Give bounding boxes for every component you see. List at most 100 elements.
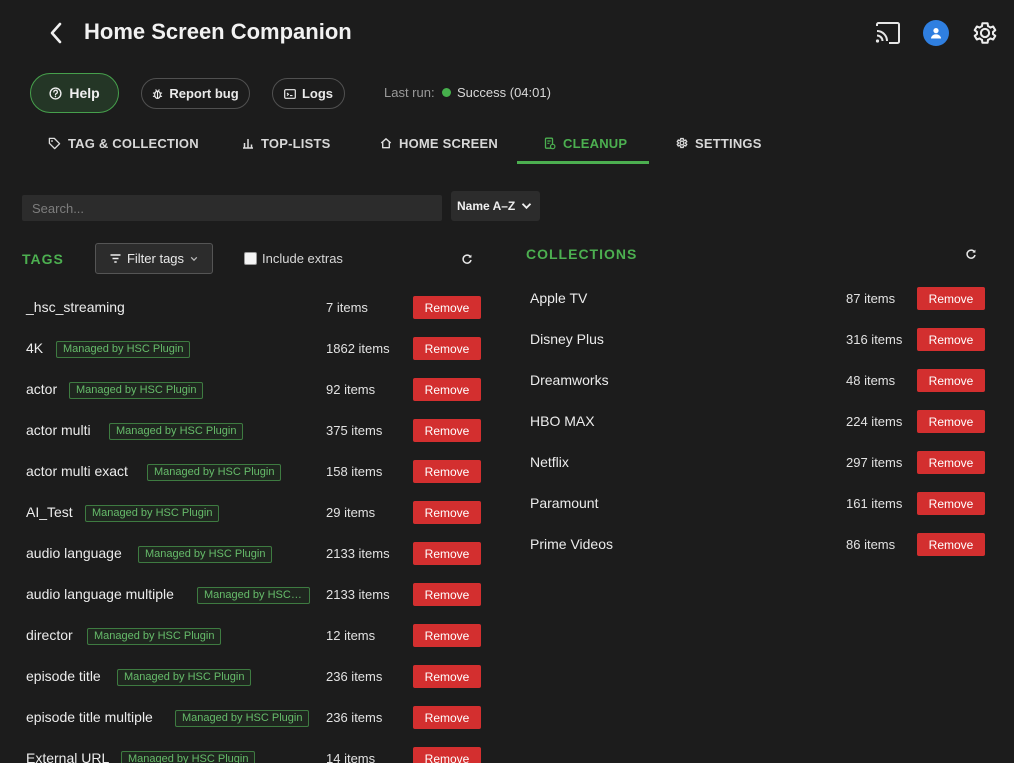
remove-tag-button[interactable]: Remove xyxy=(413,542,481,565)
logs-button[interactable]: Logs xyxy=(272,78,345,109)
tag-name: _hsc_streaming xyxy=(26,299,125,315)
managed-badge: Managed by HSC Plugin xyxy=(147,464,282,481)
include-extras-checkbox[interactable] xyxy=(244,252,257,265)
tag-item-count: 2133 items xyxy=(326,587,390,602)
remove-collection-button[interactable]: Remove xyxy=(917,533,985,556)
collection-row: Dreamworks 48 items Remove xyxy=(530,367,990,395)
managed-badge: Managed by HSC Plugin xyxy=(69,382,204,399)
tab-label: CLEANUP xyxy=(563,135,628,151)
chevron-left-icon xyxy=(50,22,62,44)
user-avatar[interactable] xyxy=(923,20,949,46)
back-button[interactable] xyxy=(42,18,70,48)
refresh-icon xyxy=(966,249,976,259)
action-bar: Help Report bug Logs Last run: Success (… xyxy=(30,73,1010,113)
remove-tag-button[interactable]: Remove xyxy=(413,583,481,606)
collection-item-count: 86 items xyxy=(846,537,896,552)
remove-tag-button[interactable]: Remove xyxy=(413,378,481,401)
tab-bar: TAG & COLLECTION TOP-LISTS HOME SCREEN C… xyxy=(30,122,790,164)
tag-item-count: 236 items xyxy=(326,669,383,684)
collection-row: Disney Plus 316 items Remove xyxy=(530,326,990,354)
collection-item-count: 161 items xyxy=(846,496,903,511)
remove-collection-button[interactable]: Remove xyxy=(917,287,985,310)
tab-label: HOME SCREEN xyxy=(399,135,498,151)
cast-icon[interactable] xyxy=(874,20,902,46)
remove-tag-button[interactable]: Remove xyxy=(413,747,481,763)
sort-selected-value: Name A–Z xyxy=(457,199,516,213)
settings-gear-button[interactable] xyxy=(972,20,998,46)
remove-collection-button[interactable]: Remove xyxy=(917,410,985,433)
refresh-icon xyxy=(462,254,472,264)
filter-tags-button[interactable]: Filter tags xyxy=(95,243,213,274)
search-input[interactable] xyxy=(22,195,442,221)
remove-collection-button[interactable]: Remove xyxy=(917,369,985,392)
collection-name: Paramount xyxy=(530,495,599,511)
user-icon xyxy=(931,28,941,39)
remove-collection-button[interactable]: Remove xyxy=(917,451,985,474)
last-run-label: Last run: xyxy=(384,85,435,100)
tag-name: audio language multiple xyxy=(26,586,174,602)
collection-item-count: 48 items xyxy=(846,373,896,388)
managed-badge: Managed by HSC Plugin xyxy=(85,505,220,522)
tag-item-count: 375 items xyxy=(326,423,383,438)
gear-icon xyxy=(973,22,997,44)
remove-tag-button[interactable]: Remove xyxy=(413,460,481,483)
last-run-status: Success (04:01) xyxy=(457,85,551,100)
remove-tag-button[interactable]: Remove xyxy=(413,706,481,729)
tag-row: _hsc_streaming 7 items Remove xyxy=(26,294,486,322)
tab-top-lists[interactable]: TOP-LISTS xyxy=(242,122,330,164)
tag-item-count: 7 items xyxy=(326,300,368,315)
tag-name: actor multi xyxy=(26,422,91,438)
logs-label: Logs xyxy=(301,86,334,101)
remove-tag-button[interactable]: Remove xyxy=(413,665,481,688)
tag-item-count: 14 items xyxy=(326,751,376,763)
tag-name: 4K xyxy=(26,340,44,356)
help-button[interactable]: Help xyxy=(30,73,119,113)
tab-home-screen[interactable]: HOME SCREEN xyxy=(380,122,498,164)
remove-tag-button[interactable]: Remove xyxy=(413,624,481,647)
sort-select[interactable]: Name A–Z xyxy=(451,191,540,221)
tab-settings[interactable]: SETTINGS xyxy=(676,122,762,164)
collection-item-count: 87 items xyxy=(846,291,896,306)
tag-row: External URL Managed by HSC Plugin 14 item… xyxy=(26,745,486,763)
tab-label: TAG & COLLECTION xyxy=(68,135,199,151)
collection-row: Paramount 161 items Remove xyxy=(530,490,990,518)
gear-icon xyxy=(676,137,688,149)
tag-name: actor multi exact xyxy=(26,463,128,479)
chevron-down-icon xyxy=(190,256,198,261)
cleanup-icon xyxy=(544,137,556,149)
tag-name: AI_Test xyxy=(26,504,73,520)
tag-name: director xyxy=(26,627,73,643)
remove-collection-button[interactable]: Remove xyxy=(917,328,985,351)
collection-name: Netflix xyxy=(530,454,569,470)
remove-tag-button[interactable]: Remove xyxy=(413,296,481,319)
collection-row: Prime Videos 86 items Remove xyxy=(530,531,990,559)
remove-tag-button[interactable]: Remove xyxy=(413,337,481,360)
managed-badge: Managed by HSC Plugin xyxy=(56,341,191,358)
collections-section-title: COLLECTIONS xyxy=(526,246,638,262)
help-circle-icon xyxy=(49,86,62,100)
tab-cleanup[interactable]: CLEANUP xyxy=(544,122,627,164)
tag-row: director Managed by HSC Plugin 12 items Rem… xyxy=(26,622,486,650)
report-bug-button[interactable]: Report bug xyxy=(141,78,250,109)
help-label: Help xyxy=(69,85,100,101)
remove-tag-button[interactable]: Remove xyxy=(413,501,481,524)
report-bug-label: Report bug xyxy=(169,86,239,101)
tag-item-count: 2133 items xyxy=(326,546,390,561)
collection-name: Apple TV xyxy=(530,290,588,306)
status-dot-icon xyxy=(442,88,451,97)
collection-item-count: 224 items xyxy=(846,414,903,429)
tag-item-count: 29 items xyxy=(326,505,376,520)
tag-row: audio language multiple Managed by HSC Pl… xyxy=(26,581,486,609)
tab-label: TOP-LISTS xyxy=(261,135,331,151)
remove-tag-button[interactable]: Remove xyxy=(413,419,481,442)
collection-name: Prime Videos xyxy=(530,536,614,552)
tab-tag-collection[interactable]: TAG & COLLECTION xyxy=(48,122,199,164)
filter-tags-label: Filter tags xyxy=(126,251,185,266)
remove-collection-button[interactable]: Remove xyxy=(917,492,985,515)
refresh-tags-button[interactable] xyxy=(461,252,475,266)
collection-row: Netflix 297 items Remove xyxy=(530,449,990,477)
tag-icon xyxy=(48,137,61,149)
managed-badge: Managed by HSC Plugin xyxy=(197,587,310,604)
tag-row: AI_Test Managed by HSC Plugin 29 items Remo… xyxy=(26,499,486,527)
refresh-collections-button[interactable] xyxy=(965,247,979,261)
